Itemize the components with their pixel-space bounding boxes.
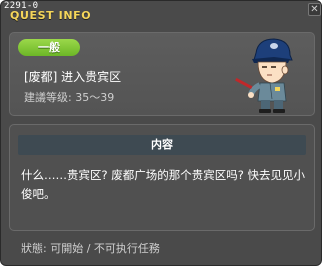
- title-bar: 2291-0 QUEST INFO ✕: [1, 1, 321, 23]
- level-requirement: 建議等级: 35～39: [24, 91, 115, 104]
- quest-info-window: 2291-0 QUEST INFO ✕ 一般 [废都] 进入贵宾区 建議等级: …: [0, 0, 322, 266]
- quest-status: 狀態: 可開始 / 不可执行任務: [21, 242, 160, 255]
- content-section-header: 内容: [18, 135, 306, 155]
- quest-category-badge: 一般: [18, 39, 80, 56]
- window-title: QUEST INFO: [10, 9, 92, 22]
- quest-content-panel: 内容 什么……贵宾区? 废都广场的那个贵宾区吗? 快去见见小俊吧。: [9, 124, 315, 231]
- quest-name: [废都] 进入贵宾区: [24, 70, 122, 84]
- close-icon: ✕: [310, 4, 319, 15]
- quest-header-panel: 一般 [废都] 进入贵宾区 建議等级: 35～39: [9, 32, 315, 116]
- npc-police-officer-icon: [235, 38, 293, 113]
- close-button[interactable]: ✕: [308, 3, 321, 16]
- quest-description: 什么……贵宾区? 废都广场的那个贵宾区吗? 快去见见小俊吧。: [21, 168, 306, 201]
